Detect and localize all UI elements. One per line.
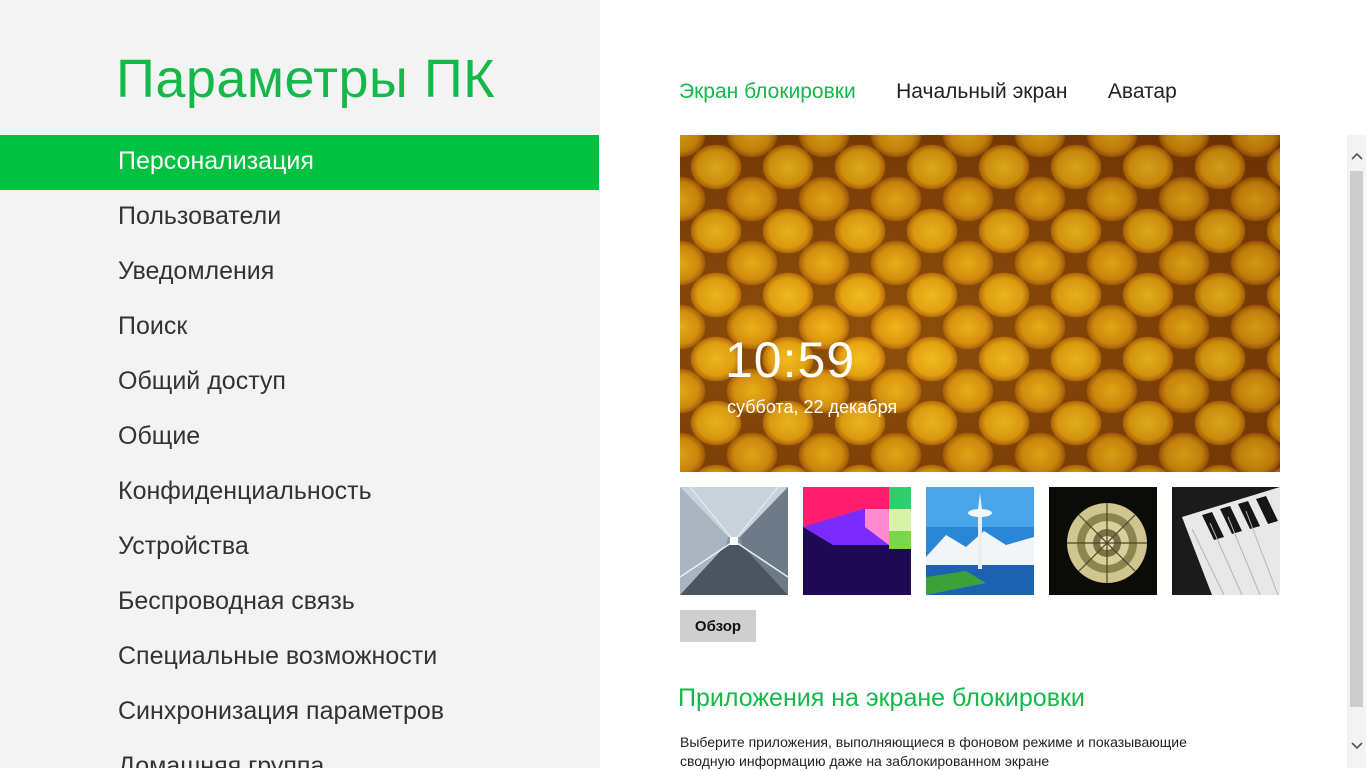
chevron-up-icon[interactable] — [1347, 145, 1366, 167]
tab-lock-screen[interactable]: Экран блокировки — [679, 80, 856, 104]
sidebar-item-personalization[interactable]: Персонализация — [0, 135, 599, 190]
sidebar-item-general[interactable]: Общие — [0, 410, 599, 465]
sidebar-item-sync[interactable]: Синхронизация параметров — [0, 685, 599, 740]
background-thumbnails — [680, 487, 1280, 595]
sidebar-item-devices[interactable]: Устройства — [0, 520, 599, 575]
section-title-lockscreen-apps: Приложения на экране блокировки — [678, 684, 1085, 712]
lock-screen-time: 10:59 — [725, 332, 856, 388]
sidebar-item-notifications[interactable]: Уведомления — [0, 245, 599, 300]
right-pane: Экран блокировки Начальный экран Аватар … — [600, 0, 1366, 769]
tab-start-screen[interactable]: Начальный экран — [896, 80, 1067, 104]
tab-avatar[interactable]: Аватар — [1108, 80, 1177, 104]
thumbnail-nautilus-shell[interactable] — [1049, 487, 1157, 595]
tunnel-image-icon — [680, 487, 788, 595]
vertical-scrollbar[interactable] — [1347, 135, 1366, 768]
thumbnail-colorful-shapes[interactable] — [803, 487, 911, 595]
page-title: Параметры ПК — [116, 49, 496, 109]
browse-button[interactable]: Обзор — [680, 610, 756, 642]
section-description: Выберите приложения, выполняющиеся в фон… — [680, 734, 1187, 769]
sidebar-item-homegroup[interactable]: Домашняя группа — [0, 740, 599, 768]
sidebar-item-sharing[interactable]: Общий доступ — [0, 355, 599, 410]
lock-screen-date: суббота, 22 декабря — [727, 397, 898, 417]
left-pane: Параметры ПК Персонализация Пользователи… — [0, 0, 600, 768]
colorful-shapes-image-icon — [803, 487, 911, 595]
sidebar-nav: Персонализация Пользователи Уведомления … — [0, 135, 599, 768]
scrollbar-thumb[interactable] — [1350, 171, 1363, 707]
sidebar-item-users[interactable]: Пользователи — [0, 190, 599, 245]
sidebar-item-accessibility[interactable]: Специальные возможности — [0, 630, 599, 685]
piano-keys-image-icon — [1172, 487, 1280, 595]
sidebar-item-search[interactable]: Поиск — [0, 300, 599, 355]
nautilus-shell-image-icon — [1049, 487, 1157, 595]
space-needle-image-icon — [926, 487, 1034, 595]
sidebar-item-wireless[interactable]: Беспроводная связь — [0, 575, 599, 630]
thumbnail-tunnel[interactable] — [680, 487, 788, 595]
thumbnail-space-needle[interactable] — [926, 487, 1034, 595]
chevron-down-icon[interactable] — [1347, 735, 1366, 757]
thumbnail-piano-keys[interactable] — [1172, 487, 1280, 595]
tab-bar: Экран блокировки Начальный экран Аватар — [679, 80, 1213, 104]
sidebar-item-privacy[interactable]: Конфиденциальность — [0, 465, 599, 520]
lock-screen-preview: 10:59 суббота, 22 декабря — [680, 135, 1280, 472]
